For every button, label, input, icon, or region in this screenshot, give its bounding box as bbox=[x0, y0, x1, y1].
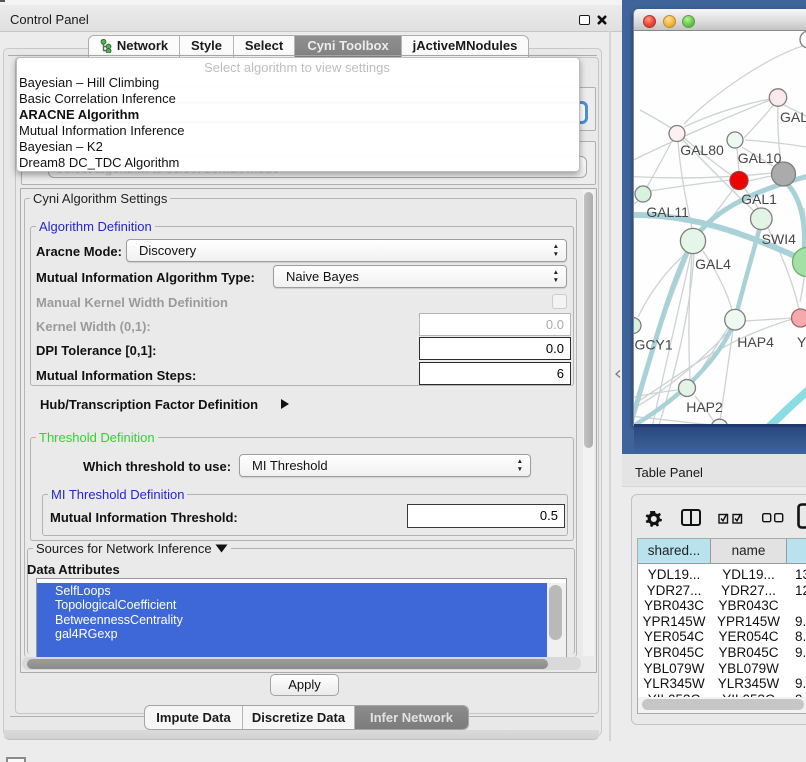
svg-text:GAL10: GAL10 bbox=[738, 150, 782, 166]
svg-text:GAL80: GAL80 bbox=[680, 142, 724, 158]
svg-text:GAL11: GAL11 bbox=[646, 204, 689, 220]
svg-text:HAP4: HAP4 bbox=[737, 334, 774, 350]
svg-text:GCY1: GCY1 bbox=[635, 337, 673, 353]
svg-text:SWI4: SWI4 bbox=[762, 231, 796, 247]
svg-text:Y: Y bbox=[797, 334, 806, 350]
svg-text:GAL4: GAL4 bbox=[695, 256, 731, 272]
svg-text:GAL7: GAL7 bbox=[780, 109, 806, 125]
svg-text:GAL1: GAL1 bbox=[741, 191, 777, 207]
svg-text:HAP2: HAP2 bbox=[686, 399, 723, 415]
